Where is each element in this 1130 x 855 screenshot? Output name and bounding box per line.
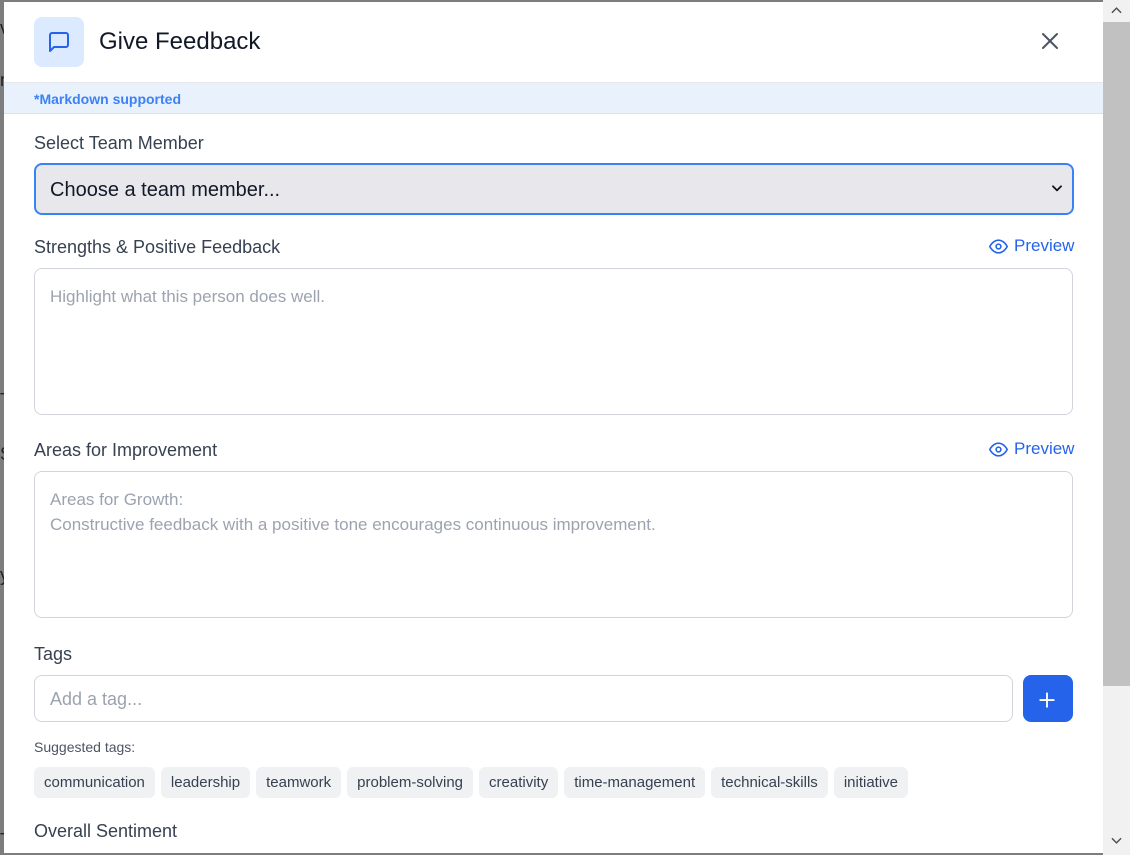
header-icon-badge [34, 17, 84, 67]
tag-chip[interactable]: problem-solving [347, 767, 474, 798]
scroll-down-button[interactable] [1103, 831, 1130, 853]
improvement-preview-label: Preview [1014, 439, 1075, 458]
close-icon [1042, 33, 1058, 49]
team-member-label: Select Team Member [34, 133, 204, 153]
markdown-banner: *Markdown supported [4, 83, 1103, 114]
team-member-select[interactable]: Choose a team member... [34, 163, 1074, 215]
add-tag-button[interactable] [1023, 675, 1073, 722]
eye-icon [989, 238, 1008, 254]
feedback-modal: Give Feedback *Markdown supported Select… [4, 2, 1103, 853]
plus-icon [1039, 692, 1055, 708]
tag-chip[interactable]: leadership [160, 767, 251, 798]
tag-chip[interactable]: time-management [564, 767, 706, 798]
improvement-placeholder: Areas for Growth: Constructive feedback … [50, 490, 656, 534]
modal-scrollbar[interactable] [1103, 0, 1130, 855]
tag-chip[interactable]: technical-skills [711, 767, 828, 798]
message-square-icon [49, 32, 69, 52]
chevron-down-icon [1111, 837, 1122, 844]
tag-chip[interactable]: initiative [833, 767, 909, 798]
scrollbar-thumb[interactable] [1103, 22, 1130, 686]
strengths-preview-label: Preview [1014, 236, 1075, 255]
improvement-textarea[interactable]: Areas for Growth: Constructive feedback … [34, 471, 1073, 618]
improvement-preview-button[interactable]: Preview [989, 439, 1074, 459]
close-button[interactable] [1038, 29, 1062, 53]
tags-label: Tags [34, 644, 73, 664]
chevron-down-icon [1052, 185, 1062, 192]
suggested-tags-label: Suggested tags: [34, 739, 136, 755]
strengths-textarea[interactable]: Highlight what this person does well. [34, 268, 1073, 415]
improvement-label: Areas for Improvement [34, 440, 218, 460]
tag-input[interactable]: Add a tag... [34, 675, 1013, 722]
sentiment-label: Overall Sentiment [34, 821, 178, 841]
markdown-banner-text: *Markdown supported [34, 91, 182, 107]
strengths-preview-button[interactable]: Preview [989, 236, 1074, 256]
team-member-select-value: Choose a team member... [50, 179, 281, 201]
suggested-tags-list: communication leadership teamwork proble… [34, 767, 909, 798]
strengths-label: Strengths & Positive Feedback [34, 237, 281, 257]
strengths-placeholder: Highlight what this person does well. [50, 287, 325, 306]
tag-chip[interactable]: communication [34, 767, 155, 798]
modal-title: Give Feedback [99, 28, 261, 55]
tag-chip[interactable]: teamwork [256, 767, 342, 798]
scroll-up-button[interactable] [1103, 0, 1130, 22]
modal-header: Give Feedback [4, 2, 1103, 83]
tag-input-placeholder: Add a tag... [50, 689, 143, 709]
chevron-up-icon [1111, 7, 1122, 14]
tag-chip[interactable]: creativity [479, 767, 559, 798]
eye-icon [989, 441, 1008, 457]
